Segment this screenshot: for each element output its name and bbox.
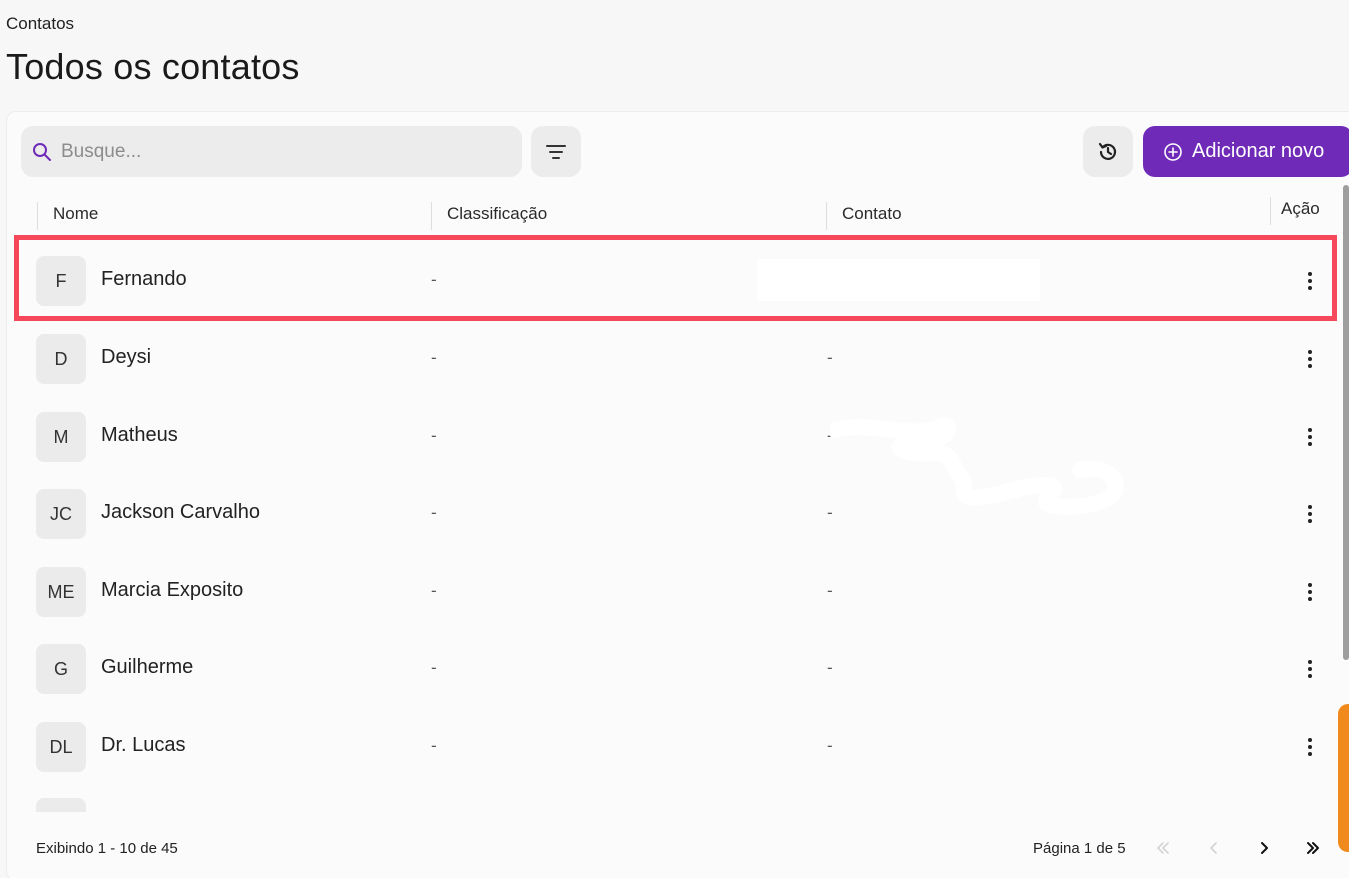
column-header-action: Ação [1270, 197, 1320, 225]
contact-name[interactable]: Fernando [101, 268, 187, 291]
contact-name[interactable]: Dr. Lucas [101, 734, 185, 757]
scrollbar[interactable] [1343, 185, 1349, 660]
redaction-scribble [830, 418, 1124, 515]
contact-value: - [827, 736, 833, 755]
contact-classification: - [431, 348, 437, 367]
more-vertical-icon[interactable] [1298, 577, 1322, 607]
page-indicator: Página 1 de 5 [1033, 840, 1126, 857]
pagination-summary: Exibindo 1 - 10 de 45 [36, 840, 178, 857]
next-page-button[interactable] [1252, 836, 1276, 860]
contact-value: - [827, 581, 833, 600]
search-input[interactable] [61, 140, 501, 163]
contact-name[interactable]: Guilherme [101, 656, 193, 679]
history-icon [1098, 142, 1117, 160]
chevron-right-icon [1261, 842, 1268, 854]
last-page-button[interactable] [1301, 836, 1325, 860]
more-vertical-icon[interactable] [1298, 499, 1322, 529]
table-row[interactable]: DL Dr. Lucas - - [0, 708, 1349, 786]
filter-button[interactable] [531, 126, 581, 177]
contact-classification: - [431, 736, 437, 755]
chevrons-left-icon [1157, 842, 1169, 854]
table-header: Nome Classificação Contato Ação [6, 192, 1346, 232]
table-row[interactable]: F Fernando - [0, 242, 1349, 320]
avatar: M [36, 412, 86, 462]
contact-name[interactable]: Jackson Carvalho [101, 501, 260, 524]
contact-classification: - [431, 270, 437, 289]
chevron-left-icon [1210, 842, 1217, 854]
avatar [36, 798, 86, 812]
contact-classification: - [431, 658, 437, 677]
previous-page-button[interactable] [1202, 836, 1226, 860]
table-row[interactable]: D Deysi - - [0, 320, 1349, 398]
add-new-label: Adicionar novo [1192, 140, 1325, 162]
more-vertical-icon[interactable] [1298, 266, 1322, 296]
more-vertical-icon[interactable] [1298, 732, 1322, 762]
first-page-button[interactable] [1151, 836, 1175, 860]
search-icon [33, 142, 51, 161]
breadcrumb[interactable]: Contatos [6, 14, 74, 34]
column-header-contact[interactable]: Contato [826, 202, 1226, 230]
table-row[interactable]: G Guilherme - - [0, 630, 1349, 708]
contact-name[interactable]: Deysi [101, 346, 151, 369]
avatar: ME [36, 567, 86, 617]
avatar: F [36, 256, 86, 306]
column-header-classification[interactable]: Classificação [431, 202, 826, 230]
contact-classification: - [431, 426, 437, 445]
avatar: G [36, 644, 86, 694]
search-box[interactable] [21, 126, 522, 177]
contact-value: - [827, 658, 833, 677]
more-vertical-icon[interactable] [1298, 344, 1322, 374]
redaction-overlay [757, 259, 1040, 301]
contact-classification: - [431, 581, 437, 600]
chevrons-right-icon [1307, 842, 1319, 854]
table-row[interactable]: M Matheus - - [0, 398, 1349, 476]
contact-name[interactable]: Matheus [101, 424, 178, 447]
table-row[interactable]: ME Marcia Exposito - - [0, 553, 1349, 631]
side-widget-tab[interactable] [1338, 704, 1349, 852]
contact-name[interactable]: Marcia Exposito [101, 579, 243, 602]
table-row[interactable]: JC Jackson Carvalho - - [0, 475, 1349, 553]
avatar: DL [36, 722, 86, 772]
more-vertical-icon[interactable] [1298, 654, 1322, 684]
avatar: JC [36, 489, 86, 539]
plus-circle-icon [1164, 142, 1182, 161]
contact-value: - [827, 348, 833, 367]
history-button[interactable] [1083, 126, 1133, 177]
add-new-button[interactable]: Adicionar novo [1143, 126, 1349, 177]
filter-icon [546, 144, 566, 159]
more-vertical-icon[interactable] [1298, 422, 1322, 452]
avatar: D [36, 334, 86, 384]
page-title: Todos os contatos [6, 46, 300, 87]
column-header-name[interactable]: Nome [37, 202, 432, 230]
contact-classification: - [431, 503, 437, 522]
